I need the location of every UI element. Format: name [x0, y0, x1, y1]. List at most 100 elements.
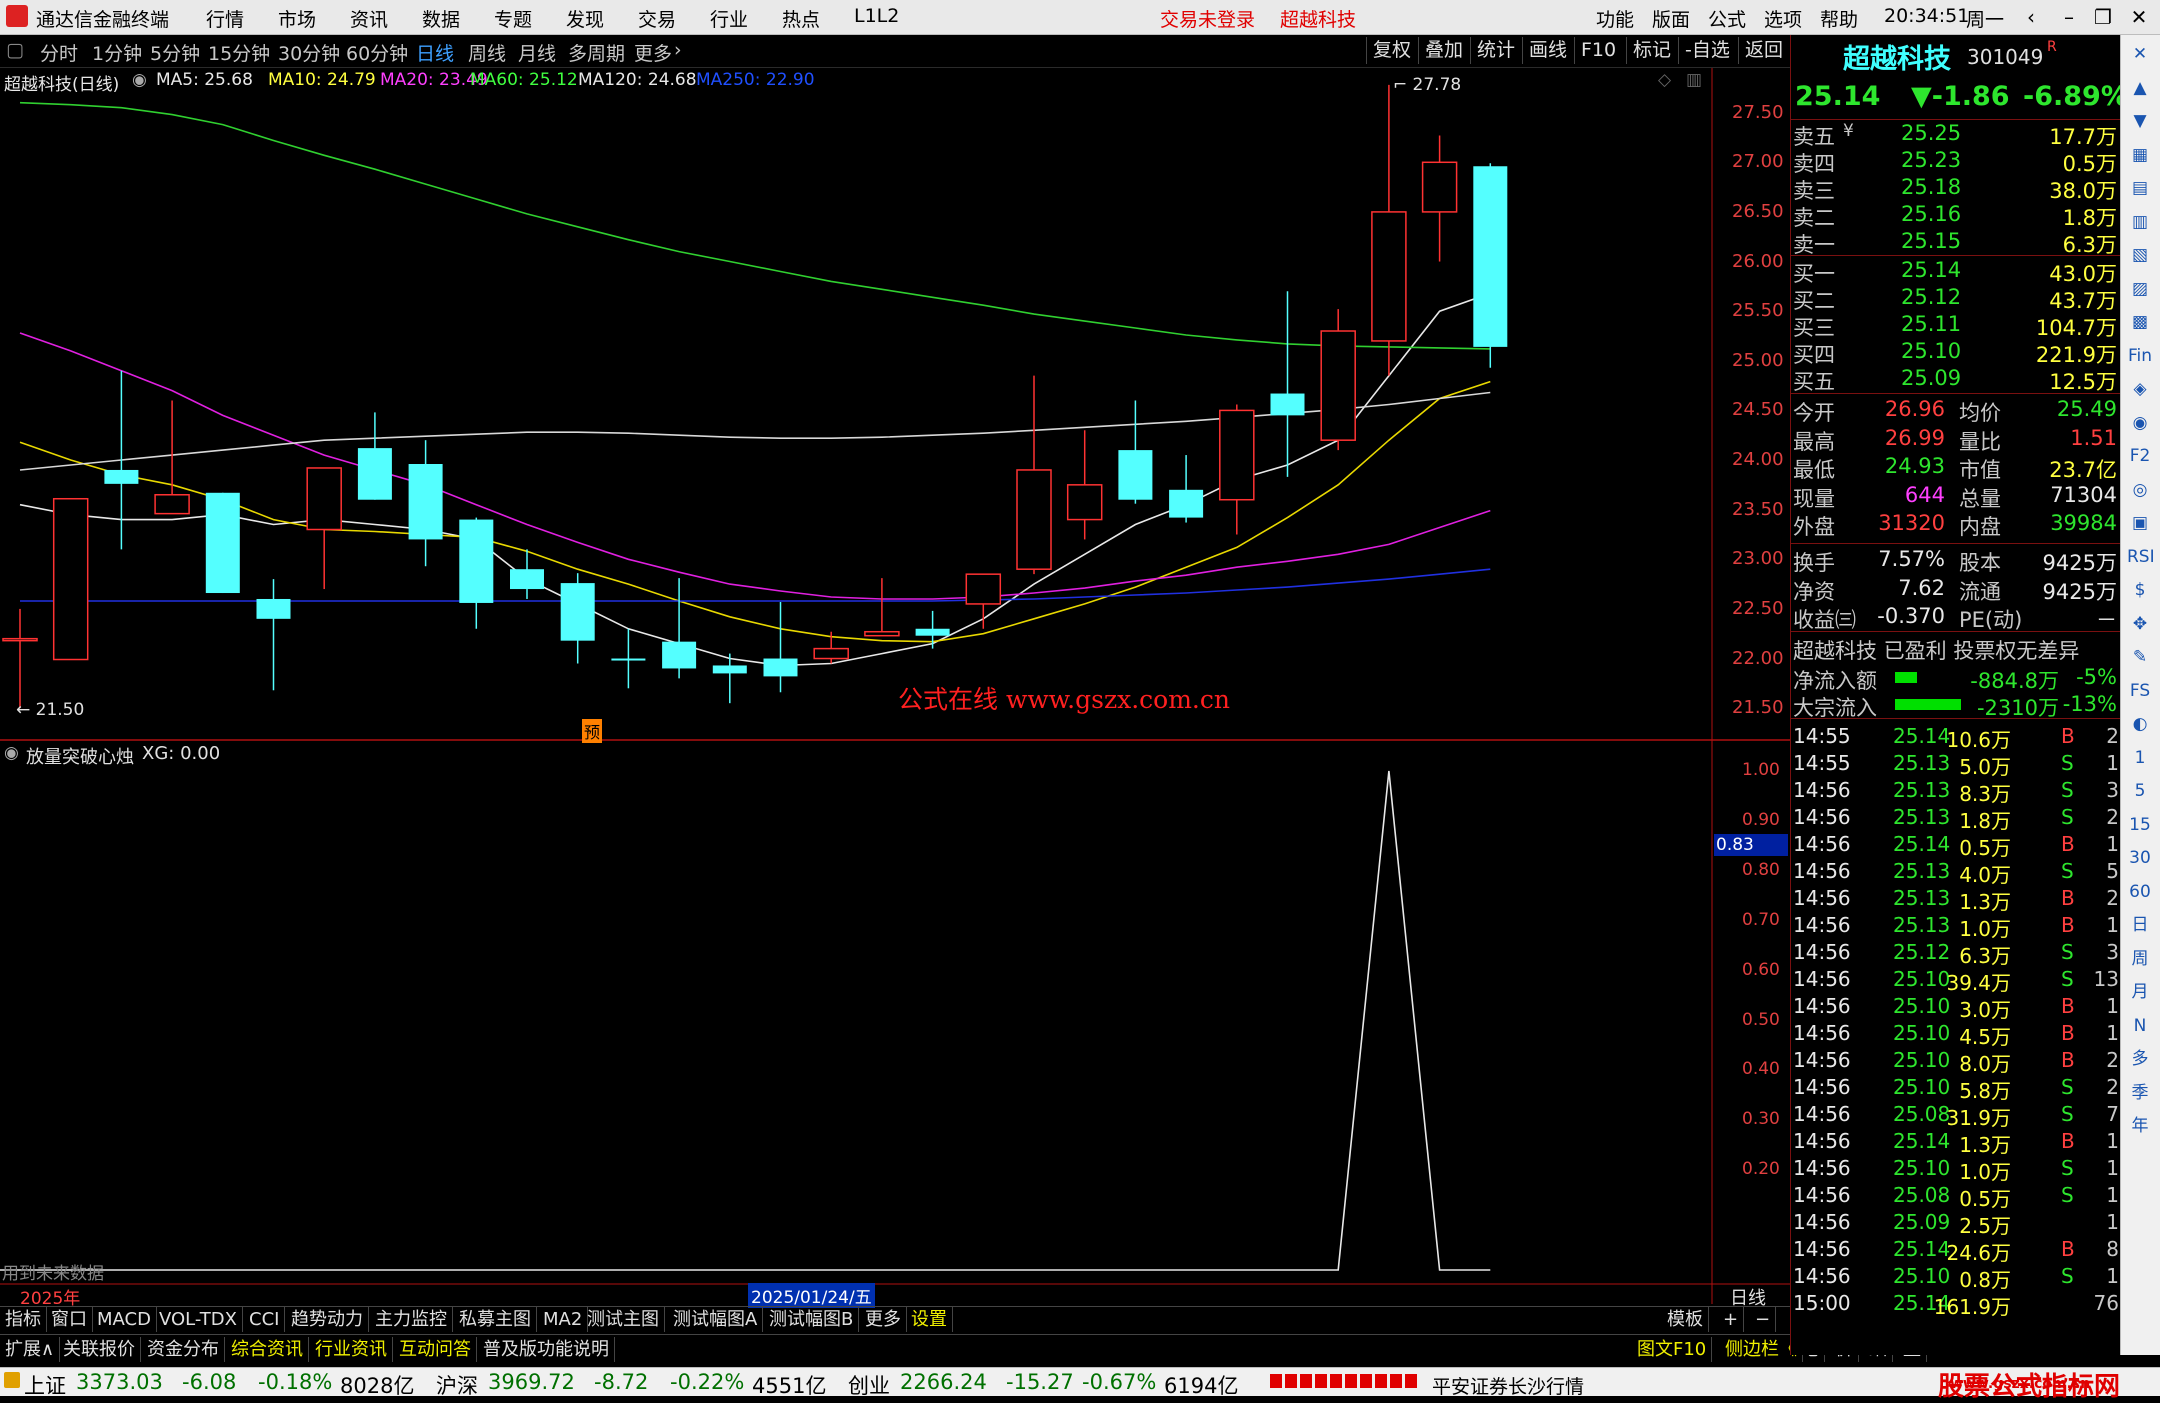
side-tool-icon[interactable]: 年	[2127, 1113, 2153, 1139]
bid-price[interactable]: 25.12	[1901, 285, 1961, 309]
candle-body[interactable]	[510, 569, 544, 590]
period-30min[interactable]: 30分钟	[278, 39, 340, 66]
add-pane-button[interactable]: +	[1718, 1307, 1745, 1332]
tool-mark[interactable]: 标记	[1626, 37, 1677, 64]
candle-body[interactable]	[459, 519, 494, 603]
tool-back[interactable]: 返回	[1738, 37, 1789, 64]
menu-trade[interactable]: 交易	[638, 5, 676, 32]
side-tool-icon[interactable]: ▤	[2127, 175, 2153, 201]
candle-body[interactable]	[611, 658, 646, 661]
minimize-icon[interactable]: –	[2054, 4, 2084, 30]
period-weekly[interactable]: 周线	[468, 39, 506, 66]
tab-news[interactable]: 综合资讯	[226, 1337, 309, 1362]
side-tool-icon[interactable]: ◈	[2127, 376, 2153, 402]
menu-layout[interactable]: 版面	[1652, 5, 1690, 32]
side-tool-icon[interactable]: ▦	[2127, 142, 2153, 168]
tab-more[interactable]: 更多	[860, 1307, 907, 1332]
tab-test-main[interactable]: 测试主图	[582, 1307, 665, 1332]
side-tool-icon[interactable]: F2	[2127, 443, 2153, 469]
indicator-settings-icon[interactable]: ◉	[4, 743, 19, 763]
side-tool-icon[interactable]: ✎	[2127, 644, 2153, 670]
side-tool-icon[interactable]: 周	[2127, 946, 2153, 972]
candle-body[interactable]	[915, 628, 950, 636]
candle-body[interactable]	[2, 637, 38, 642]
period-daily[interactable]: 日线	[416, 39, 454, 66]
candle-body[interactable]	[256, 598, 291, 619]
side-tool-icon[interactable]: ✕	[2127, 41, 2153, 67]
template-button[interactable]: 模板	[1662, 1307, 1709, 1332]
side-tool-icon[interactable]: 5	[2127, 778, 2153, 804]
tab-expand[interactable]: 扩展∧	[0, 1337, 61, 1362]
tab-test-a[interactable]: 测试幅图A	[668, 1307, 764, 1332]
side-tool-icon[interactable]: 日	[2127, 912, 2153, 938]
tab-trend[interactable]: 趋势动力	[286, 1307, 369, 1332]
tab-industry-news[interactable]: 行业资讯	[310, 1337, 393, 1362]
menu-l1l2[interactable]: L1L2	[854, 5, 899, 27]
bid-price[interactable]: 25.09	[1901, 366, 1961, 390]
candle-body[interactable]	[1016, 469, 1052, 570]
ask-price[interactable]: 25.15	[1901, 229, 1961, 253]
bid-price[interactable]: 25.11	[1901, 312, 1961, 336]
candle-body[interactable]	[1270, 393, 1305, 416]
tab-related[interactable]: 关联报价	[58, 1337, 141, 1362]
menu-function[interactable]: 功能	[1596, 5, 1634, 32]
close-icon[interactable]: ✕	[2124, 4, 2154, 30]
candle-body[interactable]	[965, 573, 1002, 605]
side-tool-icon[interactable]: 多	[2127, 1046, 2153, 1072]
menu-help[interactable]: 帮助	[1820, 5, 1858, 32]
ask-price[interactable]: 25.23	[1901, 148, 1961, 172]
restore-icon[interactable]: ❐	[2088, 4, 2118, 30]
tool-watchlist[interactable]: -自选	[1678, 37, 1736, 64]
menu-topics[interactable]: 专题	[494, 5, 532, 32]
chevron-right-icon[interactable]: ›	[674, 39, 682, 61]
tab-main-force[interactable]: 主力监控	[370, 1307, 453, 1332]
tab-private[interactable]: 私募主图	[454, 1307, 537, 1332]
period-15min[interactable]: 15分钟	[208, 39, 270, 66]
trade-status[interactable]: 交易未登录	[1160, 5, 1255, 32]
ask-price[interactable]: 25.16	[1901, 202, 1961, 226]
index-name[interactable]: 上证	[24, 1370, 66, 1400]
index-name[interactable]: 创业	[848, 1370, 890, 1400]
menu-industry[interactable]: 行业	[710, 5, 748, 32]
side-tool-icon[interactable]: ▨	[2127, 276, 2153, 302]
menu-market[interactable]: 市场	[278, 5, 316, 32]
side-tool-icon[interactable]: ▼	[2127, 108, 2153, 134]
candle-body[interactable]	[813, 647, 849, 660]
candle-body[interactable]	[662, 641, 697, 669]
collapse-icon[interactable]: ▢	[6, 39, 24, 61]
candle-body[interactable]	[408, 464, 443, 540]
tab-qa[interactable]: 互动问答	[394, 1337, 477, 1362]
tool-stats[interactable]: 统计	[1470, 37, 1521, 64]
candle-body[interactable]	[763, 658, 798, 677]
tab-test-b[interactable]: 测试幅图B	[764, 1307, 860, 1332]
tab-settings[interactable]: 设置	[906, 1307, 953, 1332]
tab-macd[interactable]: MACD	[92, 1307, 157, 1332]
side-tool-icon[interactable]: FS	[2127, 678, 2153, 704]
side-tool-icon[interactable]: RSI	[2127, 544, 2155, 570]
side-tool-icon[interactable]: Fin	[2127, 343, 2153, 369]
candle-body[interactable]	[1066, 484, 1103, 521]
tool-draw[interactable]: 画线	[1522, 37, 1573, 64]
candle-body[interactable]	[154, 494, 190, 515]
side-tool-icon[interactable]: N	[2127, 1013, 2153, 1039]
period-monthly[interactable]: 月线	[518, 39, 556, 66]
candle-body[interactable]	[1320, 330, 1356, 441]
side-tool-icon[interactable]: ▣	[2127, 510, 2153, 536]
tab-fund-dist[interactable]: 资金分布	[142, 1337, 225, 1362]
side-tool-icon[interactable]: ◉	[2127, 410, 2153, 436]
candle-body[interactable]	[357, 448, 392, 500]
side-tool-icon[interactable]: 季	[2127, 1080, 2153, 1106]
tab-indicator[interactable]: 指标	[0, 1307, 47, 1332]
tab-cci[interactable]: CCI	[244, 1307, 286, 1332]
candle-body[interactable]	[1219, 409, 1255, 501]
tool-overlay[interactable]: 叠加	[1418, 37, 1469, 64]
side-tool-icon[interactable]: 15	[2127, 812, 2153, 838]
candle-body[interactable]	[864, 630, 900, 637]
menu-news[interactable]: 资讯	[350, 5, 388, 32]
menu-quotes[interactable]: 行情	[206, 5, 244, 32]
period-more[interactable]: 更多	[634, 39, 672, 66]
candle-body[interactable]	[1371, 211, 1407, 342]
index-name[interactable]: 沪深	[436, 1370, 478, 1400]
bid-price[interactable]: 25.10	[1901, 339, 1961, 363]
candle-body[interactable]	[1118, 450, 1153, 500]
